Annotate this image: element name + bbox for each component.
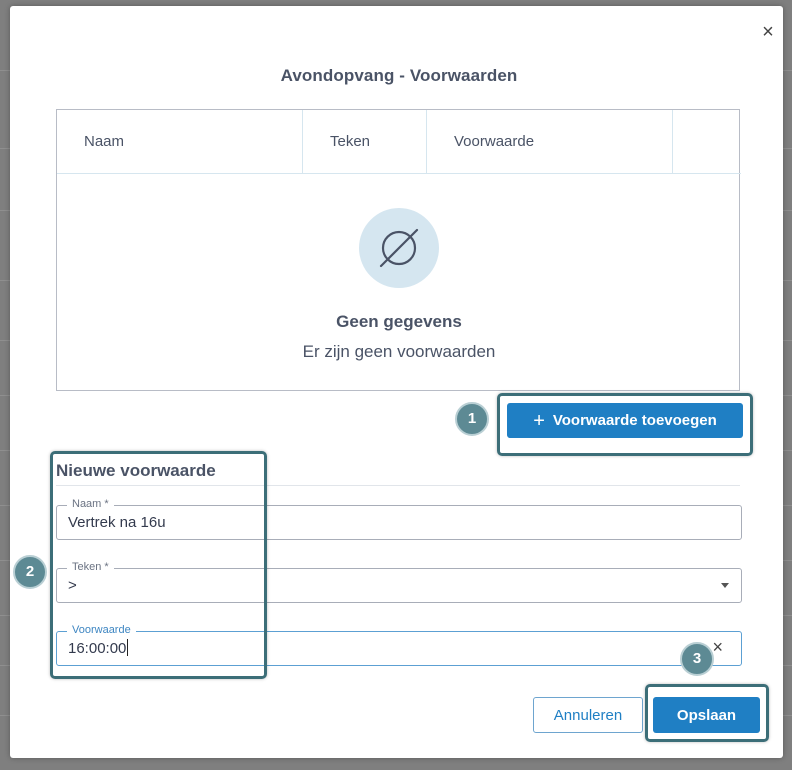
column-header-voorwaarde[interactable]: Voorwaarde [427, 110, 673, 173]
column-header-teken[interactable]: Teken [303, 110, 427, 173]
empty-state-title: Geen gegevens [336, 312, 462, 331]
empty-set-icon [359, 208, 439, 288]
clear-icon[interactable]: × [712, 638, 723, 656]
step-badge-2: 2 [13, 555, 47, 589]
conditions-table: Naam Teken Voorwaarde Geen gegevens Er z… [56, 109, 741, 391]
step-badge-3: 3 [680, 642, 714, 676]
cancel-button[interactable]: Annuleren [533, 697, 643, 733]
empty-state-subtitle: Er zijn geen voorwaarden [302, 342, 496, 361]
column-header-naam[interactable]: Naam [57, 110, 303, 173]
highlight-form-fields [50, 451, 267, 679]
close-icon[interactable]: × [758, 22, 778, 42]
step-badge-1: 1 [455, 402, 489, 436]
modal-title: Avondopvang - Voorwaarden [280, 66, 518, 85]
chevron-down-icon[interactable] [721, 583, 729, 588]
highlight-save-button [645, 684, 769, 742]
table-header: Naam Teken Voorwaarde [57, 110, 741, 174]
column-header-actions [673, 110, 741, 173]
highlight-add-button [497, 393, 753, 456]
